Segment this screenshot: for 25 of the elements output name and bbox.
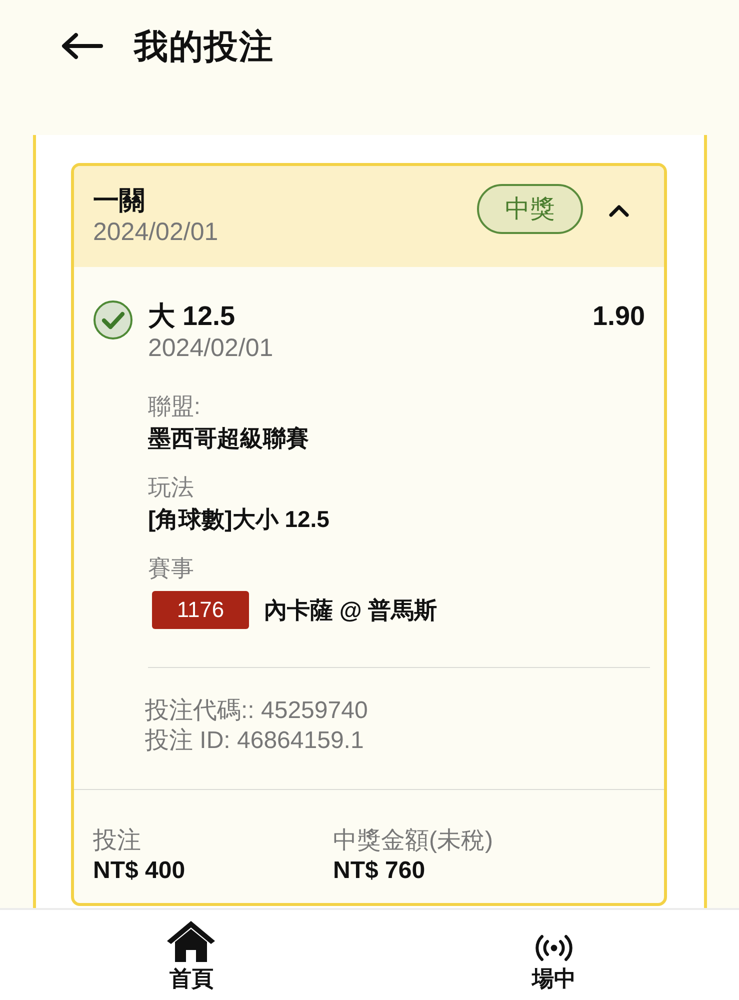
nav-tab[interactable]: 場中 bbox=[372, 910, 735, 1000]
match-number-badge: 1176 bbox=[152, 591, 249, 629]
bet-date: 2024/02/01 bbox=[93, 217, 220, 248]
bet-code: 投注 ID: 46864159.1 bbox=[145, 726, 365, 756]
total-label: 投注 bbox=[93, 826, 142, 856]
detail-label: 玩法 bbox=[148, 473, 195, 502]
detail-label: 賽事 bbox=[148, 554, 195, 583]
bet-code: 投注代碼:: 45259740 bbox=[145, 696, 369, 726]
detail-value: 墨西哥超級聯賽 bbox=[148, 424, 310, 453]
total-amount: NT$ 760 bbox=[333, 856, 426, 886]
odds-value: 1.90 bbox=[592, 300, 645, 332]
selection-pick: 大 12.5 bbox=[148, 300, 236, 332]
bet-type: 一關 bbox=[93, 184, 146, 216]
broadcast-icon bbox=[534, 934, 573, 962]
total-amount: NT$ 400 bbox=[93, 856, 186, 886]
nav-tab[interactable]: 首頁 bbox=[10, 910, 372, 1000]
page-title: 我的投注 bbox=[134, 27, 274, 67]
detail-label: 聯盟: bbox=[148, 392, 202, 421]
selection-date: 2024/02/01 bbox=[148, 333, 274, 364]
match-teams: 內卡薩 @ 普馬斯 bbox=[264, 596, 438, 625]
total-label: 中獎金額(未稅) bbox=[333, 826, 494, 856]
detail-value: [角球數]大小 12.5 bbox=[148, 505, 330, 534]
home-icon bbox=[166, 920, 216, 962]
back-arrow-icon bbox=[61, 32, 103, 60]
status-badge: 中獎 bbox=[477, 184, 583, 234]
